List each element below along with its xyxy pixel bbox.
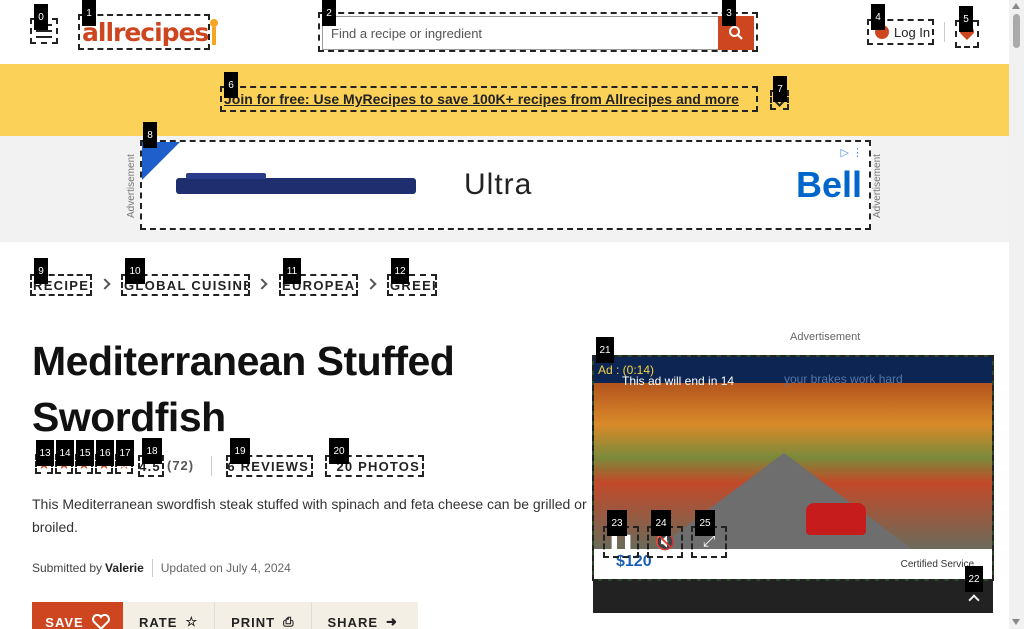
marker-0: 0 (34, 4, 48, 30)
ad-label-right: Advertisement (872, 154, 883, 218)
banner-ad[interactable]: Ultra Bell ▷ ⋮ (140, 140, 871, 230)
marker-16: 16 (96, 440, 114, 466)
rating-count: (72) (167, 458, 195, 473)
ad-tagline: your brakes work hard (784, 372, 903, 386)
rate-label: RATE (139, 614, 178, 629)
scroll-up-arrow-icon[interactable] (1012, 3, 1020, 9)
ad-label: Advertisement (790, 331, 861, 343)
star-outline-icon: ☆ (185, 614, 199, 629)
author-link[interactable]: Valerie (105, 561, 144, 575)
marker-20: 20 (329, 438, 349, 464)
marker-11: 11 (283, 258, 301, 284)
recipe-actions: SAVE RATE ☆ PRINT ⎙ SHARE ➜ (32, 602, 418, 629)
marker-10: 10 (125, 258, 145, 284)
banner-product-text: Ultra (464, 168, 533, 201)
search-bar (318, 12, 758, 52)
header-divider (944, 22, 945, 42)
logo-text: allrecipes (82, 17, 209, 47)
search-input[interactable] (322, 16, 720, 50)
marker-25: 25 (695, 510, 715, 536)
search-icon (729, 26, 743, 40)
chevron-right-icon (99, 278, 111, 290)
marker-2: 2 (322, 0, 336, 26)
marker-8: 8 (143, 122, 157, 148)
heart-icon (91, 614, 110, 629)
chevron-right-icon (365, 278, 377, 290)
marker-24: 24 (651, 510, 671, 536)
marker-21: 21 (596, 337, 614, 363)
chevron-right-icon (256, 278, 268, 290)
adchoices-icon[interactable]: ▷ ⋮ (840, 146, 863, 159)
updated-date: Updated on July 4, 2024 (160, 561, 291, 575)
page-scrollbar[interactable] (1009, 0, 1024, 629)
rate-button[interactable]: RATE ☆ (123, 602, 216, 629)
bell-logo: Bell (796, 164, 863, 205)
marker-9: 9 (34, 258, 48, 284)
phone-image (176, 173, 416, 194)
site-header: allrecipes Log In (0, 0, 1009, 64)
login-label: Log In (894, 24, 931, 40)
marker-15: 15 (76, 440, 94, 466)
submitted-label: Submitted by (32, 561, 103, 575)
marker-17: 17 (116, 440, 134, 466)
ad-countdown: This ad will end in 14 (622, 374, 735, 388)
marker-19: 19 (230, 438, 250, 464)
marker-23: 23 (607, 510, 627, 536)
marker-5: 5 (959, 6, 973, 32)
marker-12: 12 (391, 258, 409, 284)
divider (211, 456, 212, 476)
marker-4: 4 (871, 4, 885, 30)
save-button[interactable]: SAVE (32, 602, 123, 629)
ad-label-left: Advertisement (126, 154, 137, 218)
marker-13: 13 (36, 440, 54, 466)
share-label: SHARE (327, 614, 379, 629)
marker-3: 3 (722, 0, 736, 26)
divider (151, 559, 153, 577)
scrollbar-thumb[interactable] (1013, 14, 1020, 48)
marker-1: 1 (82, 0, 96, 26)
chevron-up-icon (968, 594, 980, 606)
service-text: Certified Service (900, 559, 974, 570)
car-image (806, 503, 866, 535)
printer-icon: ⎙ (283, 614, 295, 629)
marker-18: 18 (142, 438, 162, 464)
print-button[interactable]: PRINT ⎙ (215, 602, 312, 629)
allrecipes-logo[interactable]: allrecipes (78, 14, 219, 50)
marker-6: 6 (224, 72, 238, 98)
marker-22: 22 (965, 566, 983, 592)
byline: Submitted by Valerie Updated on July 4, … (32, 559, 291, 577)
video-ad-bar (593, 581, 993, 613)
share-arrow-icon: ➜ (386, 614, 398, 629)
join-promo-link[interactable]: Join for free: Use MyRecipes to save 100… (220, 86, 758, 112)
print-label: PRINT (231, 614, 276, 629)
marker-7: 7 (773, 76, 787, 102)
recipe-description: This Mediterranean swordfish steak stuff… (32, 496, 587, 535)
page-title: Mediterranean Stuffed Swordfish (32, 338, 455, 440)
share-button[interactable]: SHARE ➜ (312, 602, 414, 629)
marker-14: 14 (56, 440, 74, 466)
scroll-down-arrow-icon[interactable] (1012, 619, 1020, 625)
save-label: SAVE (45, 614, 84, 629)
